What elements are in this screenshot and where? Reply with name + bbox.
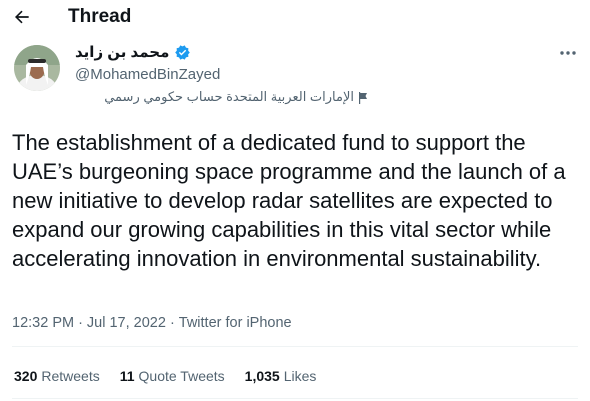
retweets-count: 320 — [14, 368, 38, 384]
flag-icon — [358, 91, 368, 104]
author-handle[interactable]: @MohamedBinZayed — [75, 66, 220, 83]
quotes-count: 11 — [119, 368, 135, 384]
divider — [12, 346, 578, 347]
tweet-text: The establishment of a dedicated fund to… — [12, 130, 566, 271]
tweet-time[interactable]: 12:32 PM — [12, 315, 74, 331]
retweets-stat[interactable]: 320 Retweets — [14, 368, 100, 384]
more-icon[interactable] — [556, 44, 580, 62]
thread-header: Thread — [0, 0, 590, 36]
meta-separator: · — [78, 315, 83, 331]
account-label: الإمارات العربية المتحدة حساب حكومي رسمي — [68, 89, 368, 105]
quote-tweets-stat[interactable]: 11 Quote Tweets — [120, 368, 225, 384]
page-title: Thread — [68, 6, 132, 27]
likes-stat[interactable]: 1,035 Likes — [245, 368, 317, 384]
account-label-text: الإمارات العربية المتحدة حساب حكومي رسمي — [104, 89, 354, 104]
quotes-label: Quote Tweets — [138, 368, 225, 384]
author-name[interactable]: محمد بن زايد — [75, 43, 169, 61]
meta-separator: · — [169, 315, 175, 331]
tweet-date[interactable]: Jul 17, 2022 — [87, 315, 166, 331]
tweet-meta: 12:32 PM · Jul 17, 2022 · Twitter for iP… — [12, 315, 292, 331]
back-arrow-icon[interactable] — [8, 4, 36, 30]
divider — [12, 398, 578, 399]
avatar[interactable] — [14, 45, 60, 91]
author-name-line: محمد بن زايد — [75, 43, 191, 61]
retweets-label: Retweets — [41, 368, 100, 384]
tweet-source[interactable]: Twitter for iPhone — [179, 315, 292, 331]
likes-count: 1,035 — [244, 368, 280, 384]
likes-label: Likes — [283, 368, 317, 384]
verified-badge-icon — [174, 44, 191, 61]
tweet-stats: 320 Retweets 11 Quote Tweets 1,035 Likes — [14, 368, 316, 384]
